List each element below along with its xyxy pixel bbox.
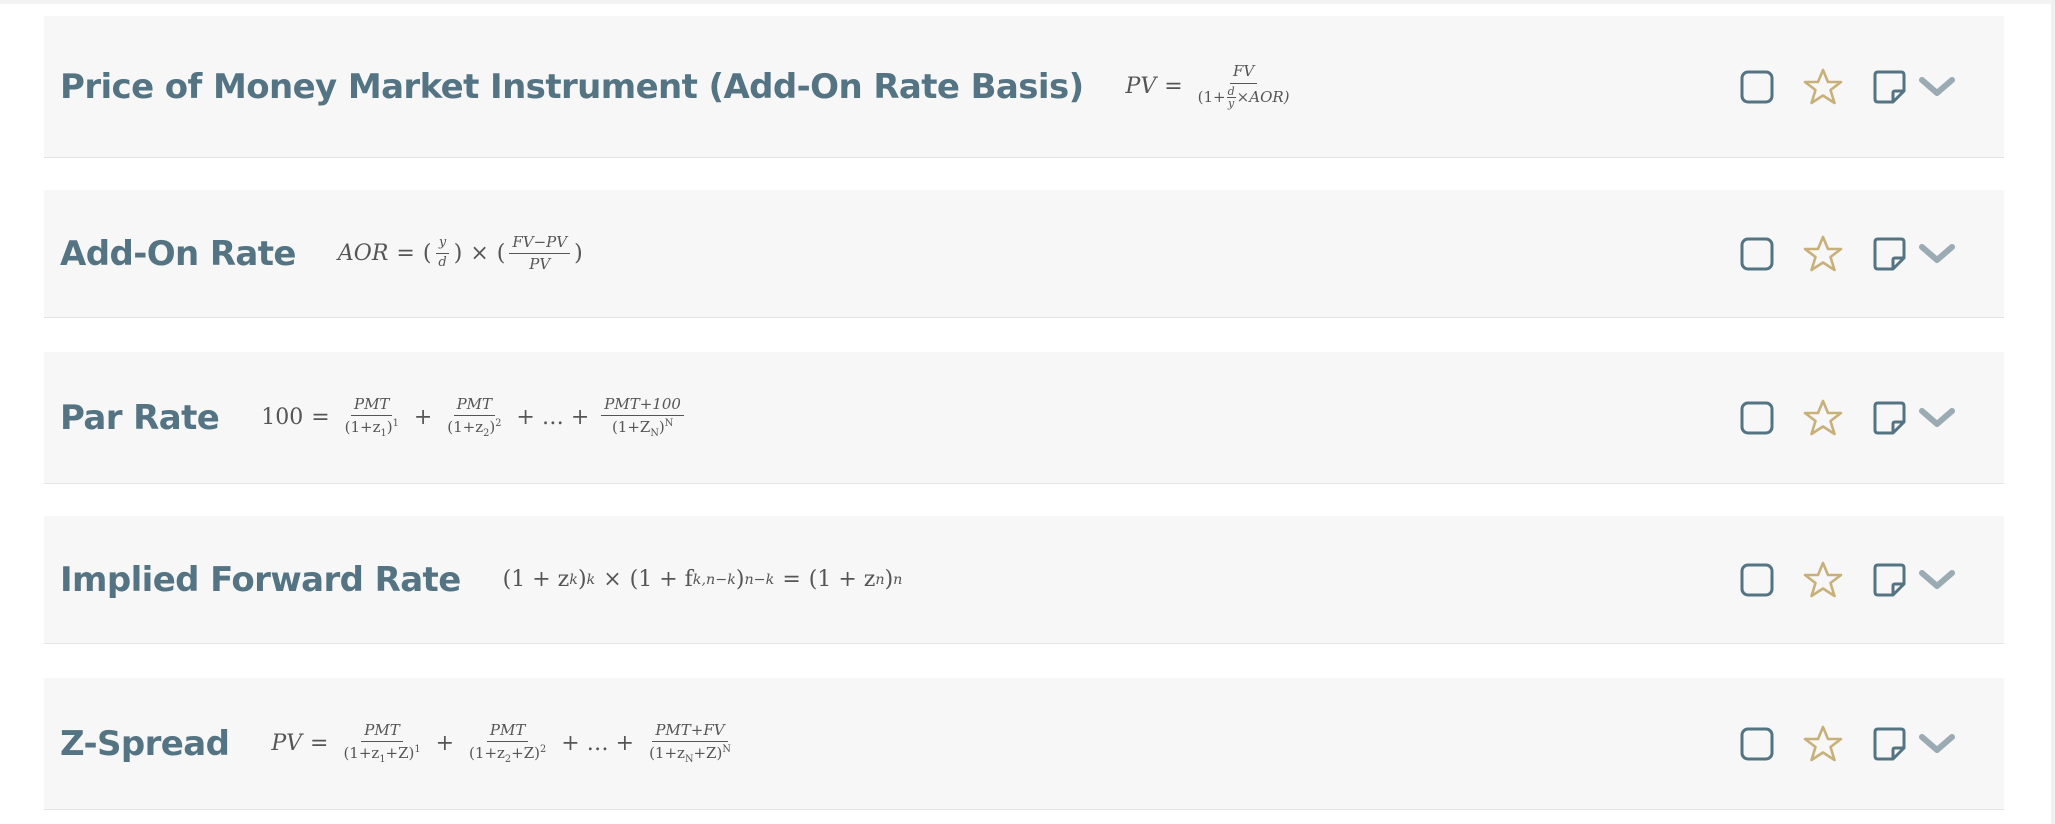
chevron-down-icon[interactable]: [1916, 723, 1958, 765]
scrollbar-track[interactable]: [2051, 0, 2055, 824]
card-actions: [1736, 723, 1958, 765]
star-icon[interactable]: [1802, 397, 1844, 439]
formula-title[interactable]: Add-On Rate: [60, 234, 296, 274]
formula-card-par-rate[interactable]: Par Rate 100 = PMT (1+z1)1 + PMT (1+z2)2 + …: [44, 352, 2004, 484]
chevron-down-icon[interactable]: [1916, 66, 1958, 108]
formula-expression: 100 = PMT (1+z1)1 + PMT (1+z2)2 + … + PMT+1…: [261, 395, 688, 439]
star-icon[interactable]: [1802, 559, 1844, 601]
formula-expression: PV = PMT (1+z1+Z)1 + PMT (1+z2+Z)2 + … + PM…: [271, 720, 731, 766]
star-icon[interactable]: [1802, 233, 1844, 275]
formula-expression: AOR =( y d) ×( FV−PV PV): [337, 232, 583, 273]
card-actions: [1736, 66, 1958, 108]
card-actions: [1736, 397, 1958, 439]
formula-title[interactable]: Price of Money Market Instrument (Add-On…: [60, 67, 1084, 107]
formula-card-z-spread[interactable]: Z-Spread PV = PMT (1+z1+Z)1 + PMT (1+z2+Z)2…: [44, 678, 2004, 810]
note-icon[interactable]: [1868, 397, 1910, 439]
top-divider: [0, 0, 2055, 4]
star-icon[interactable]: [1802, 723, 1844, 765]
formula-card-add-on-rate[interactable]: Add-On Rate AOR =( y d) ×( FV−PV PV): [44, 190, 2004, 318]
note-icon[interactable]: [1868, 559, 1910, 601]
formula-card-implied-forward-rate[interactable]: Implied Forward Rate (1 + z k) k × (1 + fk…: [44, 516, 2004, 644]
note-icon[interactable]: [1868, 723, 1910, 765]
checkbox-icon[interactable]: [1736, 66, 1778, 108]
formula-title[interactable]: Z-Spread: [60, 724, 230, 764]
note-icon[interactable]: [1868, 233, 1910, 275]
formula-expression: (1 + z k) k × (1 + f k,n−k) n−k = (1 + z n) n: [502, 567, 903, 592]
chevron-down-icon[interactable]: [1916, 397, 1958, 439]
note-icon[interactable]: [1868, 66, 1910, 108]
checkbox-icon[interactable]: [1736, 559, 1778, 601]
checkbox-icon[interactable]: [1736, 233, 1778, 275]
formula-expression: PV = FV (1+ d y ×AOR): [1125, 62, 1290, 111]
card-actions: [1736, 233, 1958, 275]
checkbox-icon[interactable]: [1736, 397, 1778, 439]
star-icon[interactable]: [1802, 66, 1844, 108]
chevron-down-icon[interactable]: [1916, 233, 1958, 275]
card-actions: [1736, 559, 1958, 601]
formula-title[interactable]: Implied Forward Rate: [60, 560, 461, 600]
formula-card-money-market-price[interactable]: Price of Money Market Instrument (Add-On…: [44, 16, 2004, 158]
formula-title[interactable]: Par Rate: [60, 398, 220, 438]
checkbox-icon[interactable]: [1736, 723, 1778, 765]
chevron-down-icon[interactable]: [1916, 559, 1958, 601]
